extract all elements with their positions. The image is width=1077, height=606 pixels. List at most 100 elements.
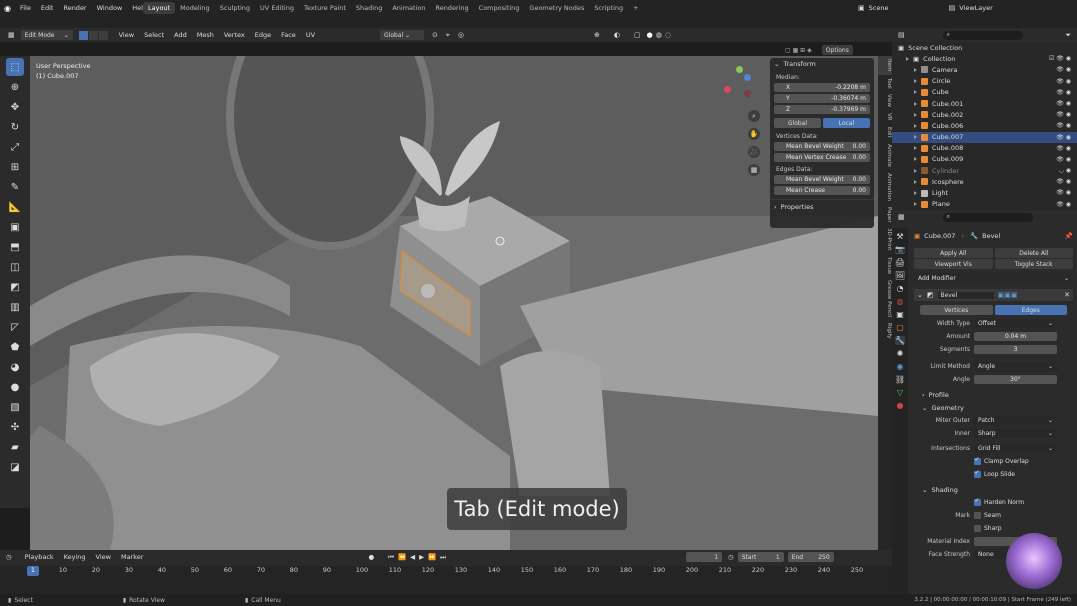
tab-geometry-nodes[interactable]: Geometry Nodes [524, 2, 589, 14]
add-cube-icon[interactable]: ▣ [6, 218, 24, 236]
transform-header[interactable]: Transform [783, 60, 815, 68]
mean-bevel-weight-vert[interactable]: Mean Bevel Weight 0.00 [774, 142, 870, 151]
axis-z-icon[interactable] [744, 74, 751, 81]
visibility-icon[interactable]: 👁 ◉ [1056, 145, 1071, 152]
shrink-fatten-icon[interactable]: ✣ [6, 418, 24, 436]
view-layer-tab-icon[interactable]: 🖼 [895, 271, 905, 280]
visibility-icon[interactable]: ☑ 👁 ◉ [1049, 55, 1071, 62]
scene-collection-row[interactable]: ▣ Scene Collection [892, 42, 1077, 53]
close-icon[interactable]: ✕ [1064, 291, 1070, 299]
outliner-item-cube-006[interactable]: Cube.006 👁 ◉ [892, 120, 1077, 131]
move-icon[interactable]: ✥ [6, 98, 24, 116]
menu-window[interactable]: Window [92, 4, 128, 12]
viewport-small-icons[interactable]: ▢ ▦ ⊞ ◈ [785, 47, 812, 54]
segments-field[interactable]: 3 [974, 345, 1057, 354]
mean-crease[interactable]: Mean Crease 0.00 [774, 186, 870, 195]
delete-all-button[interactable]: Delete All [994, 248, 1073, 258]
edge-slide-icon[interactable]: ▧ [6, 398, 24, 416]
ntab-animation[interactable]: Animation [878, 170, 892, 204]
camera-view-icon[interactable]: 🎥 [748, 146, 760, 158]
transform-icon[interactable]: ⊞ [6, 158, 24, 176]
jump-start-icon[interactable]: ⏮ [388, 553, 394, 562]
outliner-item-circle[interactable]: Circle 👁 ◉ [892, 76, 1077, 87]
tab-modeling[interactable]: Modeling [175, 2, 215, 14]
outliner-item-light[interactable]: Light 👁 ◉ [892, 187, 1077, 198]
viewport-gizmo-icon[interactable]: ⊕ [594, 31, 600, 39]
width-type-dropdown[interactable]: Offset ⌄ [974, 319, 1057, 328]
affect-vertices-button[interactable]: Vertices [920, 305, 993, 315]
median-z-field[interactable]: Z -0.37969 m [774, 105, 870, 114]
play-reverse-icon[interactable]: ◀ [410, 553, 415, 561]
object-tab-icon[interactable]: ▢ [896, 323, 904, 332]
axis-x-icon[interactable] [724, 86, 731, 93]
play-icon[interactable]: ▶ [419, 553, 424, 561]
global-toggle[interactable]: Global [774, 118, 821, 128]
mean-vertex-crease[interactable]: Mean Vertex Crease 0.00 [774, 153, 870, 162]
timeline-playback[interactable]: Playback [20, 553, 59, 561]
ntab-rigify[interactable]: Rigify [878, 320, 892, 341]
current-frame-field[interactable]: 1 [686, 552, 723, 562]
snap-icon[interactable]: ⌖ [446, 31, 450, 40]
next-key-icon[interactable]: ⏩ [428, 553, 436, 561]
inset-icon[interactable]: ◫ [6, 258, 24, 276]
orientation-dropdown[interactable]: Global ⌄ [380, 30, 425, 40]
visibility-icon[interactable]: 👁 ◉ [1056, 178, 1071, 185]
ntab-3d-print[interactable]: 3D-Print [878, 225, 892, 253]
scene-tab-icon[interactable]: ◔ [897, 284, 904, 293]
output-tab-icon[interactable]: 🖨 [895, 258, 905, 267]
scale-icon[interactable]: ⤢ [6, 138, 24, 156]
modifier-name-input[interactable]: Bevel [937, 291, 994, 299]
header-edge[interactable]: Edge [250, 31, 276, 39]
prev-key-icon[interactable]: ⏪ [398, 553, 406, 561]
collection-row[interactable]: ▣ Collection ☑ 👁 ◉ [892, 53, 1077, 64]
collection-tab-icon[interactable]: ▣ [896, 310, 904, 319]
median-x-field[interactable]: X -0.2208 m [774, 83, 870, 92]
header-mesh[interactable]: Mesh [192, 31, 219, 39]
outliner-item-cube[interactable]: Cube 👁 ◉ [892, 87, 1077, 98]
modifier-tab-icon[interactable]: 🔧 [895, 336, 905, 345]
scene-name[interactable]: Scene [869, 4, 929, 12]
visibility-icon[interactable]: 👁 ◉ [1056, 89, 1071, 96]
outliner-item-cube-008[interactable]: Cube.008 👁 ◉ [892, 143, 1077, 154]
affect-edges-button[interactable]: Edges [994, 305, 1067, 315]
select-box-icon[interactable]: ⬚ [6, 58, 24, 76]
add-workspace-icon[interactable]: + [628, 2, 643, 14]
ortho-grid-icon[interactable]: ▦ [748, 164, 760, 176]
amount-field[interactable]: 0.04 m [974, 332, 1057, 341]
jump-end-icon[interactable]: ⏭ [440, 553, 446, 562]
end-frame-field[interactable]: End 250 [787, 552, 834, 562]
visibility-icon[interactable]: 👁 ◉ [1056, 122, 1071, 129]
ntab-paper[interactable]: Paper [878, 204, 892, 226]
ntab-edit[interactable]: Edit [878, 124, 892, 141]
rip-region-icon[interactable]: ◪ [6, 458, 24, 476]
tab-layout[interactable]: Layout [143, 2, 176, 14]
apply-all-button[interactable]: Apply All [914, 248, 993, 258]
menu-edit[interactable]: Edit [36, 4, 59, 12]
measure-icon[interactable]: 📐 [6, 198, 24, 216]
header-view[interactable]: View [114, 31, 139, 39]
profile-section[interactable]: › Profile [914, 388, 1073, 401]
knife-icon[interactable]: ◸ [6, 318, 24, 336]
menu-file[interactable]: File [15, 4, 36, 12]
axis-y-icon[interactable] [736, 66, 743, 73]
outliner-item-cube-009[interactable]: Cube.009 👁 ◉ [892, 154, 1077, 165]
shading-material-icon[interactable]: ◍ [656, 31, 662, 39]
expand-icon[interactable] [906, 56, 909, 61]
toggle-stack-button[interactable]: Toggle Stack [994, 259, 1073, 269]
navigation-gizmo[interactable] [722, 66, 756, 100]
intersections-dropdown[interactable]: Grid Fill ⌄ [974, 444, 1057, 453]
clock-icon[interactable]: ◷ [728, 553, 734, 561]
editor-type-icon[interactable]: ▦ [8, 31, 15, 39]
pan-hand-icon[interactable]: ✋ [748, 128, 760, 140]
tab-uv-editing[interactable]: UV Editing [255, 2, 299, 14]
harden-normals-checkbox[interactable] [974, 497, 981, 506]
outliner-item-cube-007[interactable]: Cube.007 👁 ◉ [892, 131, 1077, 143]
outliner-search-input[interactable]: ⌕ [942, 30, 1023, 40]
local-toggle[interactable]: Local [823, 118, 870, 128]
shading-solid-icon[interactable]: ● [647, 31, 653, 39]
3d-viewport[interactable]: User Perspective (1) Cube.007 ⌕ ✋ 🎥 ▦ Ta… [30, 56, 878, 550]
miter-outer-dropdown[interactable]: Patch ⌄ [974, 416, 1057, 425]
visibility-icon[interactable]: 👁 ◉ [1056, 134, 1071, 141]
xray-icon[interactable]: ▢ [634, 31, 641, 39]
geometry-section[interactable]: ⌄ Geometry [914, 401, 1073, 414]
